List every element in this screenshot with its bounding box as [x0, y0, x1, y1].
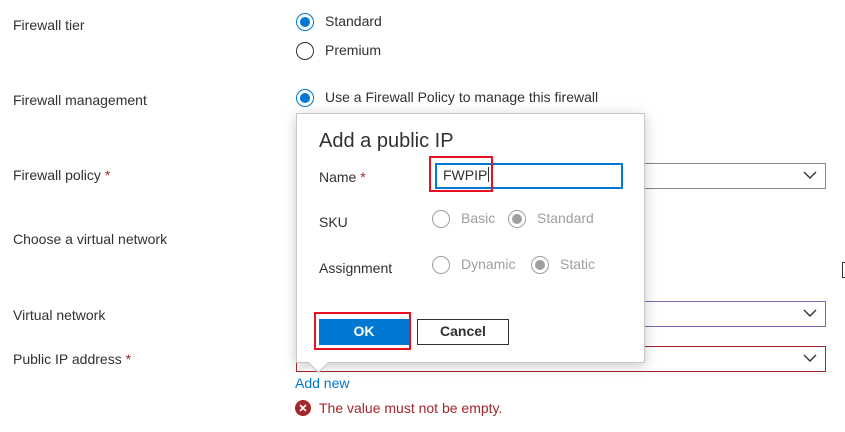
firewall-policy-label: Firewall policy *: [13, 167, 110, 183]
choose-vnet-label: Choose a virtual network: [13, 231, 168, 247]
virtual-network-label: Virtual network: [13, 307, 106, 323]
sku-basic-radio[interactable]: [432, 210, 450, 228]
ok-button[interactable]: OK: [319, 319, 409, 345]
dialog-title: Add a public IP: [319, 130, 454, 152]
sku-label: SKU: [319, 214, 348, 230]
assignment-dynamic-radio[interactable]: [432, 256, 450, 274]
required-mark: *: [104, 167, 111, 183]
assignment-label: Assignment: [319, 260, 393, 276]
firewall-tier-label: Firewall tier: [13, 17, 85, 33]
assignment-static-label[interactable]: Static: [560, 256, 595, 272]
use-policy-radio[interactable]: [296, 89, 314, 107]
public-ip-label-text: Public IP address: [13, 351, 122, 367]
sku-basic-label[interactable]: Basic: [461, 210, 495, 226]
name-input-value: FWPIP: [443, 167, 488, 183]
premium-tier-radio[interactable]: [296, 42, 314, 60]
chevron-down-icon: [803, 354, 817, 362]
public-ip-label: Public IP address *: [13, 351, 131, 367]
firewall-policy-dropdown[interactable]: [620, 163, 826, 189]
sku-standard-label[interactable]: Standard: [537, 210, 594, 226]
name-input[interactable]: FWPIP: [435, 163, 623, 189]
name-label-text: Name: [319, 169, 357, 185]
use-policy-label[interactable]: Use a Firewall Policy to manage this fir…: [325, 89, 598, 105]
standard-tier-radio[interactable]: [296, 13, 314, 31]
premium-tier-label[interactable]: Premium: [325, 42, 381, 58]
sku-standard-radio[interactable]: [508, 210, 526, 228]
text-cursor: [488, 167, 490, 182]
firewall-management-label: Firewall management: [13, 92, 147, 108]
virtual-network-dropdown[interactable]: [620, 301, 826, 327]
required-mark: *: [125, 351, 132, 367]
chevron-down-icon: [803, 309, 817, 317]
assignment-dynamic-label[interactable]: Dynamic: [461, 256, 515, 272]
error-message: The value must not be empty.: [319, 400, 503, 416]
standard-tier-label[interactable]: Standard: [325, 13, 382, 29]
add-public-ip-dialog: Add a public IP Name * FWPIP SKU Basic S…: [296, 113, 645, 374]
assignment-static-radio[interactable]: [531, 256, 549, 274]
required-mark: *: [360, 169, 366, 185]
firewall-policy-label-text: Firewall policy: [13, 167, 101, 183]
add-new-link[interactable]: Add new: [295, 375, 349, 391]
error-icon: [295, 400, 311, 416]
chevron-down-icon: [803, 171, 817, 179]
cancel-button[interactable]: Cancel: [417, 319, 509, 345]
name-label: Name *: [319, 169, 366, 185]
